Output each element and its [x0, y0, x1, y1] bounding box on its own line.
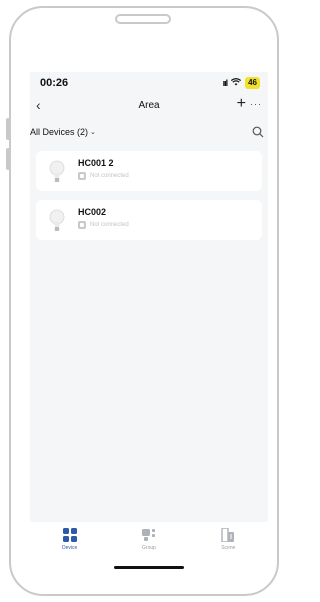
bulb-icon: [49, 209, 65, 231]
tab-device[interactable]: Device: [40, 528, 100, 576]
search-icon[interactable]: [252, 126, 264, 138]
more-icon[interactable]: ···: [250, 99, 262, 109]
navigation-bar: ‹ Area + ···: [30, 94, 268, 116]
side-button: [6, 148, 10, 170]
device-card[interactable]: HC001 2 Not connected: [36, 151, 262, 191]
bulb-icon: [49, 160, 65, 182]
device-grid-icon: [62, 528, 77, 542]
group-icon: [141, 529, 155, 541]
device-filter-dropdown[interactable]: All Devices (2) ⌄: [30, 127, 96, 137]
filter-bar: All Devices (2) ⌄: [30, 124, 268, 140]
wifi-badge-icon: [78, 221, 86, 229]
tab-label: Device: [62, 545, 78, 551]
wifi-icon: [230, 78, 242, 88]
signal-icon: ııl: [222, 78, 228, 88]
page-title: Area: [138, 99, 160, 111]
tab-label: Group: [142, 545, 156, 551]
plus-icon[interactable]: +: [237, 96, 246, 112]
status-time: 00:26: [40, 77, 69, 89]
chevron-down-icon: ⌄: [90, 129, 96, 136]
speaker-slot: [115, 14, 171, 24]
device-name: HC002: [78, 207, 107, 217]
tab-scene[interactable]: Scene: [198, 528, 258, 576]
status-indicators: ııl 46: [223, 77, 260, 89]
device-status-text: Not connected: [90, 222, 129, 228]
home-indicator[interactable]: [114, 566, 184, 569]
device-filter-label: All Devices (2): [30, 127, 89, 137]
battery-badge: 46: [245, 77, 260, 89]
device-card[interactable]: HC002 Not connected: [36, 200, 262, 240]
app-screen: 00:26 ııl 46 ‹ Area + ··· All Devices (2…: [30, 72, 268, 576]
device-status: Not connected: [78, 221, 129, 229]
device-status: Not connected: [78, 172, 129, 180]
side-button: [6, 118, 10, 140]
device-status-text: Not connected: [90, 173, 129, 179]
scene-icon: [221, 528, 235, 542]
device-name: HC001 2: [78, 158, 114, 168]
status-bar: 00:26 ııl 46: [30, 72, 268, 94]
tab-label: Scene: [221, 545, 236, 551]
wifi-badge-icon: [78, 172, 86, 180]
